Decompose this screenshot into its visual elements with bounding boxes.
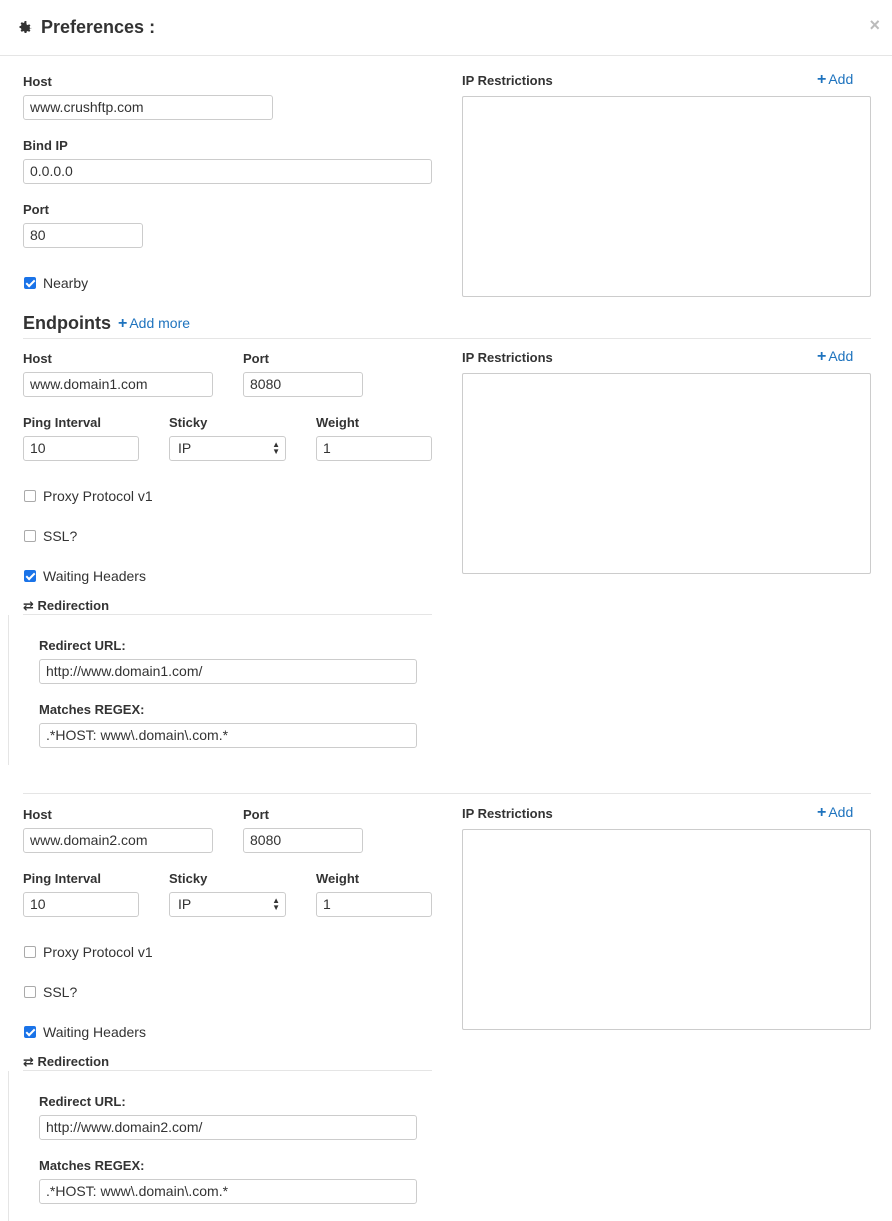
nearby-checkbox[interactable]	[24, 277, 36, 289]
endpoint-host-label: Host	[23, 351, 52, 366]
redirect-url-input[interactable]: http://www.domain1.com/	[39, 659, 417, 684]
gear-icon	[19, 21, 32, 33]
exchange-icon: ⇄	[23, 1054, 34, 1069]
sticky-select[interactable]: IP ▲ ▼	[169, 892, 286, 917]
ssl-checkbox[interactable]	[24, 986, 36, 998]
port-input[interactable]: 80	[23, 223, 143, 248]
weight-input[interactable]: 1	[316, 892, 432, 917]
add-ip-restriction-button[interactable]: + Add	[817, 348, 853, 366]
ip-restrictions-box[interactable]	[462, 96, 871, 297]
plus-icon: +	[817, 348, 827, 365]
endpoint-port-label: Port	[243, 351, 269, 366]
divider	[23, 1070, 432, 1071]
proxy-protocol-checkbox[interactable]	[24, 946, 36, 958]
ping-interval-input[interactable]: 10	[23, 892, 139, 917]
plus-icon: +	[817, 804, 827, 821]
endpoints-title: Endpoints	[23, 313, 111, 333]
dialog-title: Preferences :	[41, 17, 156, 37]
divider	[23, 793, 871, 794]
ping-interval-label: Ping Interval	[23, 415, 102, 430]
ssl-label: SSL?	[43, 528, 78, 544]
select-arrows-icon: ▲ ▼	[272, 440, 280, 456]
ip-restrictions-label: IP Restrictions	[462, 73, 553, 88]
endpoint-host-input[interactable]: www.domain2.com	[23, 828, 213, 853]
divider	[8, 615, 9, 765]
ip-restrictions-box[interactable]	[462, 829, 871, 1030]
divider	[8, 1071, 9, 1221]
port-label: Port	[23, 202, 49, 217]
ip-restrictions-box[interactable]	[462, 373, 871, 574]
endpoint-host-label: Host	[23, 807, 52, 822]
dialog-header: Preferences : ×	[0, 0, 892, 56]
add-ip-restriction-button[interactable]: + Add	[817, 804, 853, 822]
redirect-url-input[interactable]: http://www.domain2.com/	[39, 1115, 417, 1140]
divider	[23, 338, 871, 339]
endpoint-port-input[interactable]: 8080	[243, 372, 363, 397]
ping-interval-label: Ping Interval	[23, 871, 102, 886]
weight-label: Weight	[316, 415, 360, 430]
nearby-label: Nearby	[43, 275, 89, 291]
proxy-protocol-label: Proxy Protocol v1	[43, 488, 153, 504]
redirection-heading: ⇄ Redirection	[23, 1054, 110, 1069]
regex-label: Matches REGEX:	[39, 702, 145, 717]
sticky-select[interactable]: IP ▲ ▼	[169, 436, 286, 461]
ping-interval-input[interactable]: 10	[23, 436, 139, 461]
sticky-label: Sticky	[169, 871, 208, 886]
bind-ip-label: Bind IP	[23, 138, 68, 153]
regex-label: Matches REGEX:	[39, 1158, 145, 1173]
regex-input[interactable]: .*HOST: www\.domain\.com.*	[39, 1179, 417, 1204]
ip-restrictions-label: IP Restrictions	[462, 350, 553, 365]
proxy-protocol-checkbox[interactable]	[24, 490, 36, 502]
select-arrows-icon: ▲ ▼	[272, 896, 280, 912]
waiting-headers-label: Waiting Headers	[43, 568, 146, 584]
weight-label: Weight	[316, 871, 360, 886]
weight-input[interactable]: 1	[316, 436, 432, 461]
endpoint-port-input[interactable]: 8080	[243, 828, 363, 853]
divider	[23, 614, 432, 615]
plus-icon: +	[118, 315, 128, 332]
waiting-headers-checkbox[interactable]	[24, 570, 36, 582]
redirect-url-label: Redirect URL:	[39, 1094, 126, 1109]
ip-restrictions-label: IP Restrictions	[462, 806, 553, 821]
waiting-headers-checkbox[interactable]	[24, 1026, 36, 1038]
host-input[interactable]: www.crushftp.com	[23, 95, 273, 120]
redirection-heading: ⇄ Redirection	[23, 598, 110, 613]
ssl-label: SSL?	[43, 984, 78, 1000]
ssl-checkbox[interactable]	[24, 530, 36, 542]
exchange-icon: ⇄	[23, 598, 34, 613]
add-ip-restriction-button[interactable]: + Add	[817, 71, 853, 89]
waiting-headers-label: Waiting Headers	[43, 1024, 146, 1040]
regex-input[interactable]: .*HOST: www\.domain\.com.*	[39, 723, 417, 748]
add-more-endpoints-button[interactable]: + Add more	[118, 315, 190, 333]
host-label: Host	[23, 74, 52, 89]
endpoint-port-label: Port	[243, 807, 269, 822]
sticky-label: Sticky	[169, 415, 208, 430]
redirect-url-label: Redirect URL:	[39, 638, 126, 653]
bind-ip-input[interactable]: 0.0.0.0	[23, 159, 432, 184]
proxy-protocol-label: Proxy Protocol v1	[43, 944, 153, 960]
plus-icon: +	[817, 71, 827, 88]
endpoint-host-input[interactable]: www.domain1.com	[23, 372, 213, 397]
close-icon[interactable]: ×	[869, 15, 880, 36]
